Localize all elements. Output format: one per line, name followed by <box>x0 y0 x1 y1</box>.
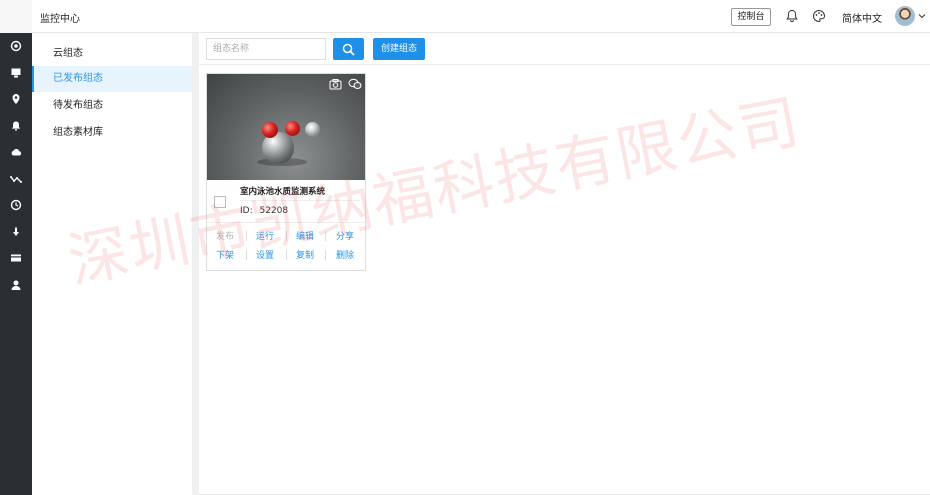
palette-icon[interactable] <box>812 9 826 23</box>
card-title[interactable]: 室内泳池水质监测系统 <box>240 185 325 197</box>
card-id-label: ID: <box>240 206 253 216</box>
action-separator <box>246 250 247 260</box>
action-separator <box>325 250 326 260</box>
card-icon[interactable] <box>8 250 24 266</box>
main-content: 创建组态 室内泳池水质监测系统 ID: 52208 发布 <box>199 33 930 495</box>
card-checkbox[interactable] <box>214 196 226 208</box>
cloud-icon[interactable] <box>8 144 24 160</box>
chat-icon[interactable] <box>348 78 362 90</box>
settings-button[interactable]: 设置 <box>252 248 278 261</box>
location-icon[interactable] <box>8 91 24 107</box>
share-button[interactable]: 分享 <box>332 229 358 242</box>
copy-button[interactable]: 复制 <box>292 248 318 261</box>
card-id-value: 52208 <box>259 206 289 216</box>
config-card: 室内泳池水质监测系统 ID: 52208 发布 运行 编辑 分享 下架 设置 复… <box>206 73 366 271</box>
unpublish-button[interactable]: 下架 <box>212 248 238 261</box>
camera-icon[interactable] <box>329 78 342 90</box>
subnav-item-published[interactable]: 已发布组态 <box>32 66 192 92</box>
subnav-heading: 云组态 <box>53 48 83 59</box>
subnav-item-materials[interactable]: 组态素材库 <box>32 120 192 146</box>
clock-icon[interactable] <box>8 197 24 213</box>
search-button[interactable] <box>333 38 364 60</box>
thumbnail-sphere <box>305 122 320 137</box>
avatar[interactable] <box>895 6 915 26</box>
chart-line-icon[interactable] <box>8 171 24 187</box>
divider <box>192 33 199 495</box>
publish-button[interactable]: 发布 <box>212 229 238 242</box>
target-icon[interactable] <box>8 38 24 54</box>
action-separator <box>325 231 326 241</box>
sub-navigation: 云组态 已发布组态 待发布组态 组态素材库 <box>32 33 192 495</box>
action-separator <box>246 231 247 241</box>
search-input[interactable] <box>206 38 326 60</box>
edit-button[interactable]: 编辑 <box>292 229 318 242</box>
thumbnail-sphere <box>262 122 278 138</box>
logo-area <box>0 0 32 33</box>
search-icon <box>342 43 355 56</box>
bell-icon[interactable] <box>785 9 799 23</box>
run-button[interactable]: 运行 <box>252 229 278 242</box>
language-selector[interactable]: 简体中文 <box>842 10 882 25</box>
toolbar: 创建组态 <box>199 33 930 65</box>
console-button[interactable]: 控制台 <box>731 8 771 26</box>
card-divider <box>207 222 365 223</box>
card-id: ID: 52208 <box>240 206 288 216</box>
create-config-button[interactable]: 创建组态 <box>373 38 425 60</box>
card-divider <box>240 200 360 201</box>
chevron-down-icon[interactable] <box>918 12 926 20</box>
card-thumbnail[interactable] <box>207 74 365 180</box>
icon-sidebar <box>0 33 32 495</box>
user-icon[interactable] <box>8 277 24 293</box>
app-title: 监控中心 <box>40 14 80 25</box>
thumbnail-sphere <box>285 121 300 136</box>
download-icon[interactable] <box>8 224 24 240</box>
subnav-item-pending[interactable]: 待发布组态 <box>32 93 192 119</box>
delete-button[interactable]: 删除 <box>332 248 358 261</box>
top-bar: 监控中心 控制台 简体中文 <box>0 0 930 33</box>
monitor-icon[interactable] <box>8 65 24 81</box>
bell-icon[interactable] <box>8 118 24 134</box>
action-separator <box>286 250 287 260</box>
action-separator <box>286 231 287 241</box>
